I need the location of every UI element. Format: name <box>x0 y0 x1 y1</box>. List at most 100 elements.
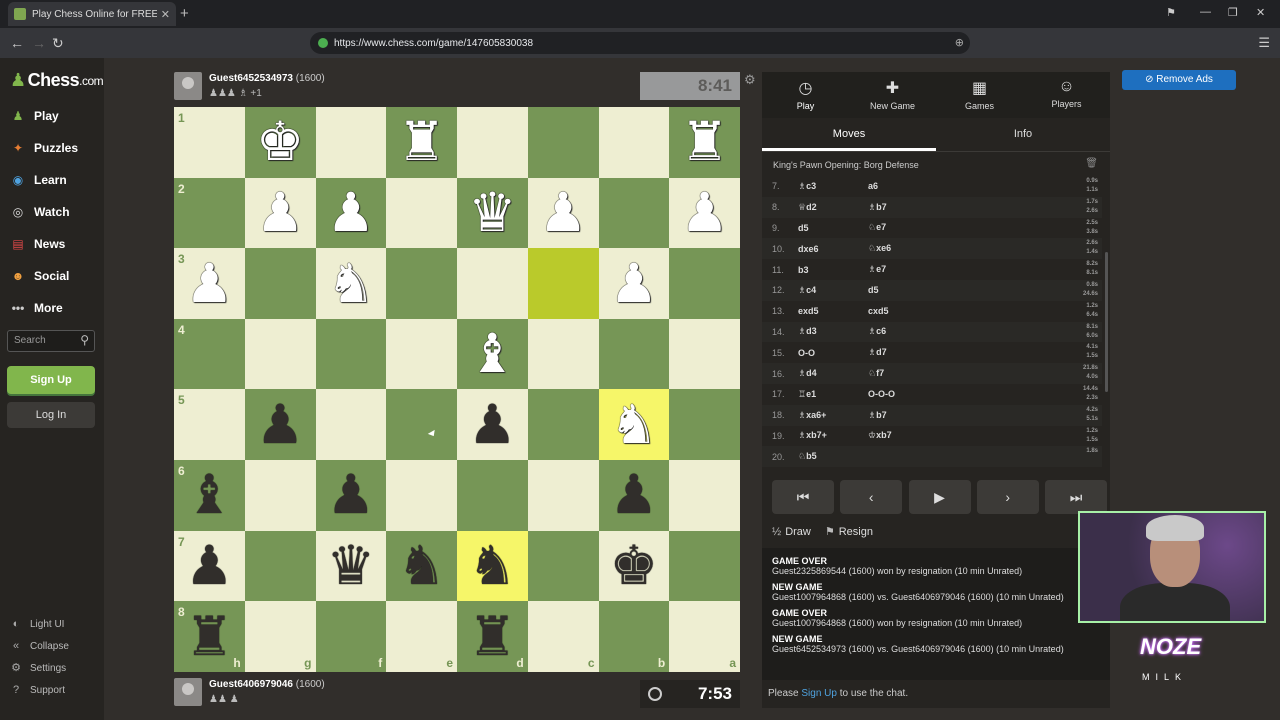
white-move[interactable]: ♗d4 <box>798 368 868 379</box>
tab-moves[interactable]: Moves <box>762 118 936 151</box>
board-square[interactable]: ♜ <box>669 107 740 178</box>
board-square[interactable] <box>315 389 387 461</box>
board-square[interactable]: a <box>669 601 740 672</box>
board-square[interactable]: 6 ♝ <box>174 460 245 531</box>
tab-players[interactable]: ☺ Players <box>1023 72 1110 118</box>
top-player-name[interactable]: Guest6452534973 <box>209 73 293 84</box>
white-knight-piece[interactable]: ♞ <box>327 256 375 311</box>
back-icon[interactable]: ← <box>10 35 24 51</box>
close-tab-icon[interactable]: ✕ <box>161 8 170 21</box>
last-move-button[interactable]: ⏭ <box>1045 480 1107 514</box>
black-move[interactable]: ♘xe6 <box>868 243 938 254</box>
black-pawn-piece[interactable]: ♟ <box>468 397 516 452</box>
resign-button[interactable]: ⚑ Resign <box>825 525 873 539</box>
black-move[interactable]: ♘e7 <box>868 222 938 233</box>
board-square[interactable] <box>244 530 316 602</box>
board-square[interactable]: ♟ <box>244 177 316 249</box>
black-move[interactable]: ♗b7 <box>868 202 938 213</box>
black-move[interactable]: a6 <box>868 181 938 191</box>
sign-up-button[interactable]: Sign Up <box>7 366 95 394</box>
sidebar-item-puzzles[interactable]: ✦ Puzzles <box>10 138 78 158</box>
board-square[interactable] <box>457 460 528 531</box>
maximize-icon[interactable]: ❐ <box>1228 6 1238 19</box>
board-square[interactable]: 3 ♟ <box>174 248 245 319</box>
white-move[interactable]: d5 <box>798 223 868 233</box>
white-move[interactable]: ♕d2 <box>798 202 868 213</box>
white-pawn-piece[interactable]: ♟ <box>185 256 233 311</box>
black-king-piece[interactable]: ♚ <box>610 538 658 593</box>
sidebar-item-watch[interactable]: ◎ Watch <box>10 202 70 222</box>
board-square[interactable]: ♞ <box>386 530 457 602</box>
sidebar-footer-collapse[interactable]: « Collapse <box>10 640 69 652</box>
board-square[interactable] <box>457 248 528 319</box>
board-square[interactable]: ♚ <box>244 107 316 178</box>
board-square[interactable] <box>457 107 528 178</box>
chess-com-logo[interactable]: ♟ Chess .com <box>10 70 104 91</box>
close-window-icon[interactable]: ✕ <box>1256 6 1265 19</box>
white-pawn-piece[interactable]: ♟ <box>539 185 587 240</box>
black-pawn-piece[interactable]: ♟ <box>610 468 658 522</box>
board-square[interactable] <box>386 318 457 390</box>
board-square[interactable]: ♛ <box>315 530 387 602</box>
board-square[interactable]: 8 h ♜ <box>174 601 245 672</box>
black-move[interactable]: ♗b7 <box>868 410 938 421</box>
board-square[interactable] <box>669 460 740 531</box>
board-square[interactable]: d ♜ <box>457 601 528 672</box>
board-square[interactable]: 1 <box>174 107 245 178</box>
board-square[interactable]: ♟ <box>315 177 387 249</box>
white-move[interactable]: ♘b5 <box>798 451 868 462</box>
board-square[interactable]: 5 <box>174 389 245 461</box>
board-square[interactable]: ♟ <box>598 248 670 319</box>
board-square[interactable]: g <box>244 601 316 672</box>
sidebar-item-more[interactable]: ••• More <box>10 298 63 318</box>
board-square[interactable]: ♟ <box>598 460 670 531</box>
browser-menu-icon[interactable]: ☰ <box>1258 35 1270 51</box>
white-bishop-piece[interactable]: ♝ <box>468 327 516 381</box>
black-bishop-piece[interactable]: ♝ <box>185 468 233 522</box>
tab-new-game[interactable]: ✚ New Game <box>849 72 936 118</box>
white-king-piece[interactable]: ♚ <box>256 115 304 169</box>
search-input[interactable]: Search ⚲ <box>7 330 95 352</box>
board-square[interactable]: 7 ♟ <box>174 530 245 602</box>
board-square[interactable] <box>669 530 740 602</box>
white-move[interactable]: ♗c3 <box>798 181 868 192</box>
tab-info[interactable]: Info <box>936 118 1110 151</box>
board-square[interactable]: ♞ <box>598 389 670 461</box>
draw-button[interactable]: ½ Draw <box>772 525 811 538</box>
board-square[interactable] <box>527 107 599 178</box>
white-move[interactable]: exd5 <box>798 306 868 316</box>
board-square[interactable]: ♟ <box>527 177 599 249</box>
board-square[interactable] <box>386 248 457 319</box>
sidebar-footer-light-ui[interactable]: ◐ Light UI <box>10 618 65 630</box>
sidebar-item-learn[interactable]: ◉ Learn <box>10 170 67 190</box>
tab-games[interactable]: ▦ Games <box>936 72 1023 118</box>
white-move[interactable]: ♖e1 <box>798 389 868 400</box>
sidebar-item-news[interactable]: ▤ News <box>10 234 65 254</box>
bookmark-icon[interactable]: ⊕ <box>955 36 964 49</box>
forward-icon[interactable]: → <box>32 35 46 51</box>
search-icon[interactable]: ⚲ <box>80 333 89 347</box>
next-move-button[interactable]: › <box>976 480 1039 514</box>
white-pawn-piece[interactable]: ♟ <box>327 185 375 240</box>
black-pawn-piece[interactable]: ♟ <box>185 538 233 593</box>
board-square[interactable]: ♞ <box>457 530 528 602</box>
sidebar-item-social[interactable]: ☻ Social <box>10 266 70 286</box>
board-square[interactable]: ♟ <box>244 389 316 461</box>
white-move[interactable]: O-O <box>798 348 868 358</box>
board-square[interactable] <box>244 248 316 319</box>
move-list-scrollbar[interactable] <box>1105 252 1108 392</box>
white-pawn-piece[interactable]: ♟ <box>256 185 304 240</box>
white-knight-piece[interactable]: ♞ <box>610 397 658 452</box>
profile-icon[interactable]: ⚑ <box>1166 6 1176 19</box>
black-move[interactable]: ♗e7 <box>868 264 938 275</box>
board-square[interactable]: ♞ <box>315 248 387 319</box>
black-move[interactable]: ♘f7 <box>868 368 938 379</box>
avatar[interactable] <box>174 678 202 706</box>
new-tab-icon[interactable]: + <box>180 5 189 22</box>
board-square[interactable]: ♟ <box>315 460 387 531</box>
black-pawn-piece[interactable]: ♟ <box>327 468 375 522</box>
trash-icon[interactable]: 🗑 <box>1085 158 1098 169</box>
black-move[interactable]: cxd5 <box>868 306 938 316</box>
board-square[interactable]: ♟ <box>457 389 528 461</box>
log-in-button[interactable]: Log In <box>7 402 95 428</box>
